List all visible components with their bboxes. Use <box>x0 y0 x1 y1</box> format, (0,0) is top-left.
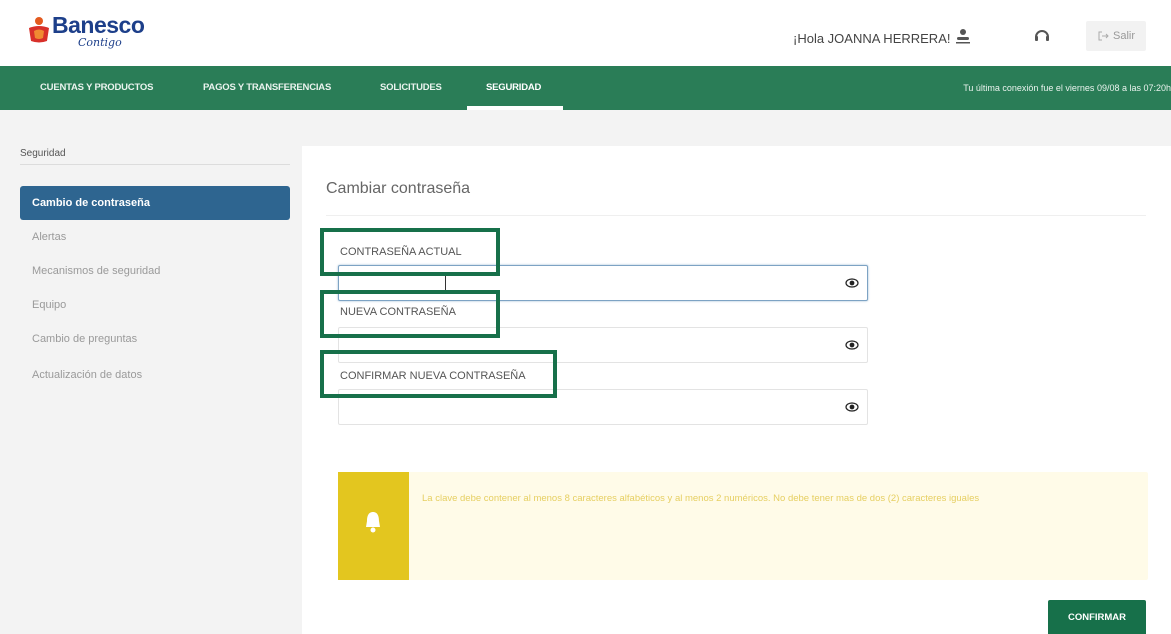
sidebar-item-preguntas[interactable]: Cambio de preguntas <box>20 322 290 356</box>
sidebar-item-mecanismos[interactable]: Mecanismos de seguridad <box>20 254 290 288</box>
logo-subtext: Contigo <box>78 36 122 49</box>
main-nav: CUENTAS Y PRODUCTOS PAGOS Y TRANSFERENCI… <box>0 66 1171 110</box>
bell-icon <box>366 512 380 533</box>
eye-icon[interactable] <box>845 340 859 350</box>
sidebar-title: Seguridad <box>20 148 66 159</box>
sidebar-item-cambio-contrasena[interactable]: Cambio de contraseña <box>20 186 290 220</box>
headset-icon[interactable] <box>1032 26 1052 46</box>
last-connection: Tu última conexión fue el viernes 09/08 … <box>963 83 1171 93</box>
logout-label: Salir <box>1112 30 1135 42</box>
sidebar-item-alertas[interactable]: Alertas <box>20 220 290 254</box>
highlight-new-password <box>320 290 500 338</box>
notice-text: La clave debe contener al menos 8 caract… <box>422 493 980 504</box>
user-icon[interactable] <box>953 26 973 46</box>
sidebar-divider <box>20 164 290 165</box>
nav-item-seguridad[interactable]: SEGURIDAD <box>486 66 541 110</box>
logout-icon <box>1098 31 1109 41</box>
confirm-button[interactable]: CONFIRMAR <box>1048 600 1146 634</box>
highlight-confirm-password <box>320 350 557 398</box>
title-divider <box>326 215 1146 216</box>
nav-item-cuentas[interactable]: CUENTAS Y PRODUCTOS <box>40 66 153 110</box>
nav-item-solicitudes[interactable]: SOLICITUDES <box>380 66 442 110</box>
sidebar-item-actualizacion[interactable]: Actualización de datos <box>20 358 290 392</box>
page-title: Cambiar contraseña <box>326 180 471 197</box>
banesco-logo-mark-icon <box>29 17 49 43</box>
nav-item-pagos[interactable]: PAGOS Y TRANSFERENCIAS <box>203 66 331 110</box>
password-rules-notice: La clave debe contener al menos 8 caract… <box>338 472 1148 580</box>
eye-icon[interactable] <box>845 402 859 412</box>
user-greeting: ¡Hola JOANNA HERRERA! <box>793 31 951 46</box>
highlight-current-password <box>320 228 500 276</box>
header: Banesco Contigo ¡Hola JOANNA HERRERA! Sa… <box>0 0 1171 66</box>
eye-icon[interactable] <box>845 278 859 288</box>
logout-button[interactable]: Salir <box>1086 21 1146 51</box>
notice-icon-box <box>338 472 409 580</box>
logo-text: Banesco <box>52 12 145 38</box>
sidebar-item-equipo[interactable]: Equipo <box>20 288 290 322</box>
banesco-logo[interactable]: Banesco Contigo <box>26 12 166 56</box>
